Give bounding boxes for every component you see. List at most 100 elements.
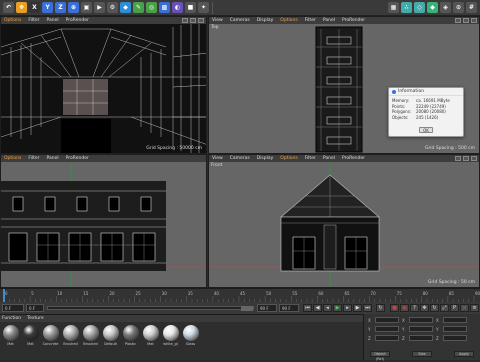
menu-item-filter[interactable]: Filter [28, 156, 39, 161]
menu-item-options[interactable]: Options [4, 18, 21, 23]
goto-end-icon[interactable]: ⏭ [363, 304, 372, 312]
zoom-icon[interactable] [463, 18, 469, 23]
menu-item-view[interactable]: View [212, 156, 223, 161]
pen-spline-icon[interactable]: ✎ [133, 2, 144, 13]
loop-icon[interactable]: ↻ [376, 304, 385, 312]
render-settings-icon[interactable]: ⚙ [107, 2, 118, 13]
size-mode-dropdown[interactable]: Size [412, 351, 432, 357]
axis-y-icon[interactable]: Y [42, 2, 53, 13]
pan-icon[interactable] [455, 18, 461, 23]
preview-end-field[interactable]: 90 F [279, 304, 299, 312]
snap-icon[interactable]: ⊙ [453, 2, 464, 13]
material-menu-function[interactable]: Function [2, 316, 21, 321]
menu-item-cameras[interactable]: Cameras [230, 156, 250, 161]
material-swatch[interactable]: Plastic [122, 325, 139, 346]
material-swatch[interactable]: Concrete [42, 325, 59, 346]
scale-key-icon[interactable]: ⤢ [440, 304, 449, 312]
coordinate-field[interactable] [375, 326, 399, 332]
material-swatch[interactable]: Mat [22, 325, 39, 346]
render-view-icon[interactable]: ▣ [81, 2, 92, 13]
generator-icon[interactable]: ◎ [146, 2, 157, 13]
zoom-icon[interactable] [463, 156, 469, 161]
menu-item-view[interactable]: View [212, 18, 223, 23]
material-menu-texture[interactable]: Texture [27, 316, 43, 321]
param-key-icon[interactable]: P [450, 304, 459, 312]
end-frame-field[interactable]: 90 F [257, 304, 277, 312]
apply-button[interactable]: Apply [454, 351, 474, 357]
material-swatch[interactable]: Brushed [82, 325, 99, 346]
coordinate-field[interactable] [409, 317, 433, 323]
timeline-ruler[interactable]: 0 5 10 15 20 25 30 35 40 45 50 55 60 65 70 75 80 85 90 [0, 288, 480, 303]
camera-icon[interactable]: ■ [185, 2, 196, 13]
autokey-icon[interactable]: ◉ [400, 304, 409, 312]
record-icon[interactable]: ● [390, 304, 399, 312]
menu-item-options[interactable]: Options [280, 18, 297, 23]
menu-item-panel[interactable]: Panel [47, 156, 59, 161]
timeline-menu-icon[interactable]: ≡ [470, 304, 479, 312]
coordinate-field[interactable] [375, 335, 399, 341]
position-key-icon[interactable]: ✥ [420, 304, 429, 312]
move-tool-icon[interactable]: ✥ [16, 2, 27, 13]
rotate-icon[interactable] [471, 18, 477, 23]
viewport-right[interactable]: Options Filter Panel ProRender [0, 154, 207, 288]
menu-item-panel[interactable]: Panel [323, 18, 335, 23]
viewport-perspective[interactable]: Options Filter Panel ProRender Grid Spacing… [0, 16, 207, 154]
environment-icon[interactable]: ◐ [172, 2, 183, 13]
coordinate-field[interactable] [443, 335, 467, 341]
menu-item-panel[interactable]: Panel [47, 18, 59, 23]
frame-range-slider[interactable] [47, 306, 254, 311]
prev-frame-icon[interactable]: ◂ [323, 304, 332, 312]
light-icon[interactable]: ✦ [198, 2, 209, 13]
deformer-icon[interactable]: ▩ [159, 2, 170, 13]
playhead[interactable] [3, 289, 5, 303]
coordinate-field[interactable] [409, 335, 433, 341]
uv-mode-icon[interactable]: ◈ [440, 2, 451, 13]
point-level-icon[interactable]: ⁙ [460, 304, 469, 312]
object-mode-dropdown[interactable]: Object (Rel) [370, 351, 390, 361]
menu-item-display[interactable]: Display [257, 156, 274, 161]
menu-item-filter[interactable]: Filter [305, 18, 316, 23]
menu-item-options[interactable]: Options [4, 156, 21, 161]
coordinate-field[interactable] [375, 317, 399, 323]
undo-icon[interactable]: ↶ [3, 2, 14, 13]
cube-primitive-icon[interactable]: ◆ [120, 2, 131, 13]
pan-icon[interactable] [182, 18, 188, 23]
menu-item-prorender[interactable]: ProRender [66, 18, 89, 23]
material-swatch[interactable]: white_gl [162, 325, 179, 346]
prev-key-icon[interactable]: ◀ [313, 304, 322, 312]
edges-mode-icon[interactable]: ◇ [414, 2, 425, 13]
goto-start-icon[interactable]: ⏮ [303, 304, 312, 312]
axis-z-icon[interactable]: Z [55, 2, 66, 13]
rotate-icon[interactable] [198, 18, 204, 23]
menu-item-prorender[interactable]: ProRender [342, 156, 365, 161]
points-mode-icon[interactable]: ∴ [401, 2, 412, 13]
play-icon[interactable]: ▶ [333, 304, 342, 312]
start-frame-field[interactable]: 0 F [2, 304, 24, 312]
menu-item-prorender[interactable]: ProRender [66, 156, 89, 161]
workplane-icon[interactable]: # [466, 2, 477, 13]
material-swatch[interactable]: Default [102, 325, 119, 346]
rotate-icon[interactable] [471, 156, 477, 161]
menu-item-cameras[interactable]: Cameras [230, 18, 250, 23]
menu-item-options[interactable]: Options [280, 156, 297, 161]
zoom-icon[interactable] [190, 18, 196, 23]
viewport-front[interactable]: View Cameras Display Options Filter Panel ProR… [208, 154, 480, 288]
coordinate-field[interactable] [443, 317, 467, 323]
current-frame-field[interactable]: 0 F [26, 304, 44, 312]
rotation-key-icon[interactable]: ↻ [430, 304, 439, 312]
menu-item-filter[interactable]: Filter [28, 18, 39, 23]
material-swatch[interactable]: Brushed [62, 325, 79, 346]
polygons-mode-icon[interactable]: ◆ [427, 2, 438, 13]
menu-item-filter[interactable]: Filter [305, 156, 316, 161]
range-slider-handle[interactable] [241, 306, 253, 311]
material-swatch[interactable]: Mat [2, 325, 19, 346]
close-x-icon[interactable]: X [29, 2, 40, 13]
material-swatch[interactable]: Mat [142, 325, 159, 346]
coord-system-icon[interactable]: ⊕ [68, 2, 79, 13]
render-picture-icon[interactable]: ▶ [94, 2, 105, 13]
material-swatch[interactable]: Glass [182, 325, 199, 346]
keyframe-selection-icon[interactable]: ? [410, 304, 419, 312]
edit-mode-icon[interactable]: ▦ [388, 2, 399, 13]
menu-item-display[interactable]: Display [257, 18, 274, 23]
coordinate-field[interactable] [443, 326, 467, 332]
